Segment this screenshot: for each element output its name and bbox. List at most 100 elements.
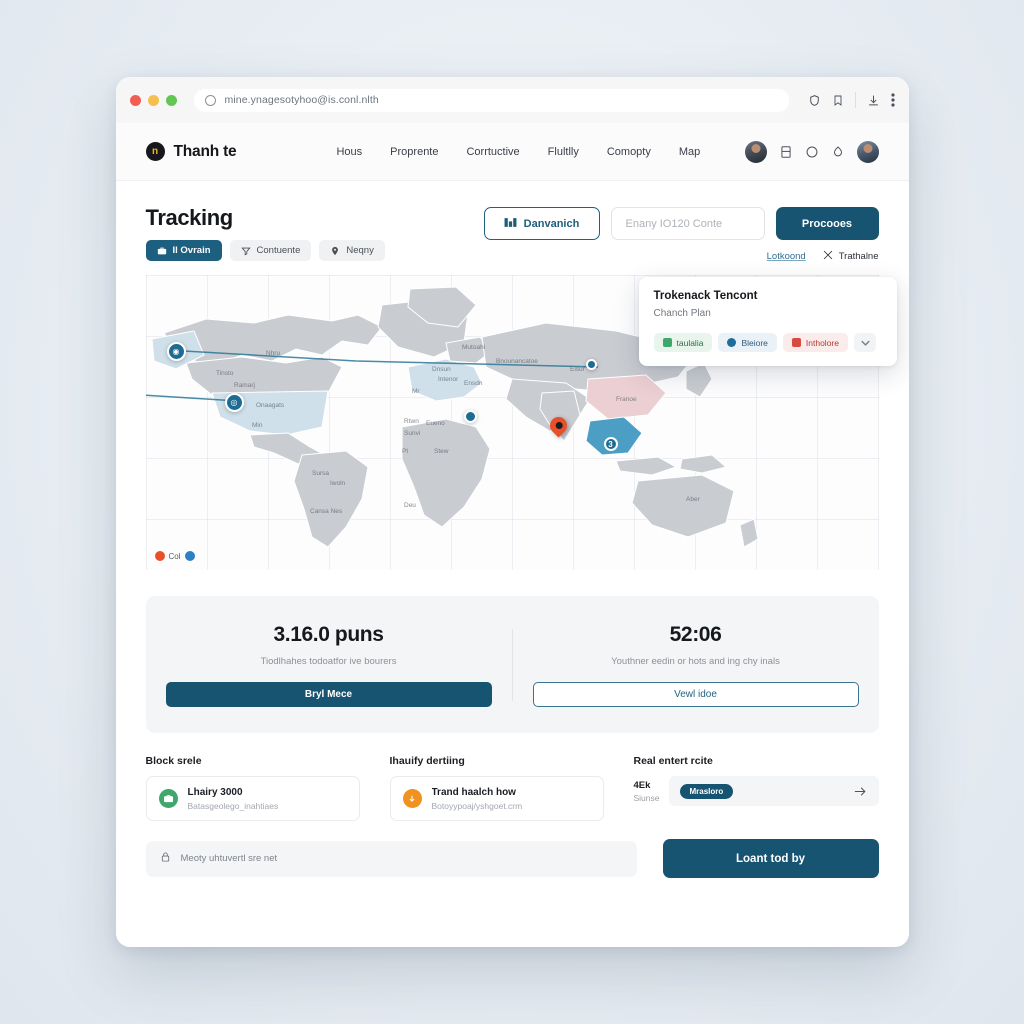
bottom-heading-1: Ihauify dertiing [389, 755, 465, 767]
filter-pill-contents[interactable]: Contuente [229, 240, 312, 261]
bottom-column-2: Real entert rcite 4Ek Siunse Mrasloro [634, 755, 879, 821]
legend-swatch-primary [154, 551, 165, 561]
filter-pill-overview[interactable]: Il Ovrain [145, 240, 222, 261]
wallet-icon [158, 789, 178, 808]
bottom-card-1-title: Trand haalch how [431, 786, 516, 798]
popup-chip-1[interactable]: Bleiore [718, 333, 777, 352]
chevron-down-icon[interactable] [854, 333, 876, 352]
sprout-icon [662, 338, 672, 347]
rate-bar[interactable]: Mrasloro [668, 776, 879, 806]
title-row: Tracking Danvanich Enany IO120 Conte Pro… [146, 205, 879, 240]
svg-text:Nhru: Nhru [266, 350, 280, 357]
cluster-badge[interactable]: 3 [603, 437, 618, 451]
nav-item-0[interactable]: Hous [336, 146, 362, 158]
filter-pill-nearby[interactable]: Neqny [319, 240, 385, 261]
minimize-window-button[interactable] [147, 94, 159, 106]
brand-logo-icon: n [145, 142, 165, 161]
map-legend-label: Col [168, 551, 181, 561]
marker-europe[interactable] [585, 359, 597, 370]
bottom-card-1[interactable]: Trand haalch how Botoyypoaj/yshgoet.crm [389, 776, 604, 821]
map-legend: Col [154, 551, 195, 561]
shield-icon[interactable] [808, 94, 821, 107]
stat-button-1[interactable]: Vewl idoe [532, 681, 859, 707]
nav-item-4[interactable]: Comopty [607, 146, 651, 158]
bottom-card-1-sub: Botoyypoaj/yshgoet.crm [431, 800, 523, 811]
address-bar[interactable]: mine.ynagesotyhoo@is.conl.nlth [192, 87, 790, 113]
nav-item-5[interactable]: Map [679, 146, 700, 158]
nav-item-2[interactable]: Corrtuctive [466, 146, 519, 158]
globe-icon [727, 338, 737, 347]
svg-text:Sursa: Sursa [312, 470, 329, 477]
download-report-button[interactable]: Danvanich [483, 207, 600, 240]
bookmark-icon[interactable] [832, 94, 844, 107]
search-input[interactable]: Enany IO120 Conte [610, 207, 765, 240]
marker-southasia[interactable] [463, 410, 477, 423]
maximize-window-button[interactable] [165, 94, 177, 106]
svg-text:Pt: Pt [402, 448, 408, 455]
popup-chip-2[interactable]: Intholore [782, 333, 848, 352]
search-placeholder: Enany IO120 Conte [625, 217, 723, 230]
bottom-heading-0: Block srele [145, 755, 202, 767]
filter-pill-contents-label: Contuente [256, 245, 301, 256]
process-button[interactable]: Procooes [775, 207, 879, 240]
svg-text:Min: Min [252, 422, 263, 429]
tools-link-label: Trathalne [838, 251, 879, 262]
popup-chip-0[interactable]: taulalia [653, 333, 713, 352]
bottom-card-0-sub: Batasgeolego_inahtiaes [187, 800, 279, 811]
svg-text:Franoe: Franoe [616, 396, 637, 403]
avatar-primary[interactable] [856, 140, 879, 163]
bottom-card-0[interactable]: Lhairy 3000 Batasgeolego_inahtiaes [145, 776, 360, 821]
popup-chip-1-label: Bleiore [741, 337, 768, 348]
svg-text:Sunvi: Sunvi [404, 430, 420, 437]
svg-text:Eisur: Eisur [570, 366, 586, 373]
rate-label: Siunse [633, 792, 660, 803]
rate-row: 4Ek Siunse Mrasloro [634, 776, 879, 806]
rate-value: 4Ek [633, 779, 651, 791]
site-info-icon [204, 94, 216, 106]
marker-usa[interactable]: ◎ [224, 393, 244, 412]
popup-chips: taulalia Bleiore Intholore [653, 333, 882, 352]
map-section: Nhru Tinsto Ramarj Onaagats Min Sursa Iw… [145, 275, 897, 570]
svg-text:Tinsto: Tinsto [216, 370, 234, 377]
chrome-toolbar [808, 92, 895, 108]
nav-item-1[interactable]: Proprente [390, 146, 438, 158]
avatar-secondary[interactable] [744, 140, 767, 163]
filter-pill-overview-label: Il Ovrain [172, 245, 211, 256]
svg-text:Bnounancatoe: Bnounancatoe [496, 358, 538, 365]
popup-chip-0-label: taulalia [676, 337, 704, 348]
arrow-right-icon[interactable] [853, 785, 868, 798]
kebab-menu-icon[interactable] [890, 93, 895, 107]
alert-icon [791, 338, 801, 347]
svg-text:Intenor: Intenor [438, 376, 459, 383]
tools-link[interactable]: Trathalne [822, 249, 879, 264]
browser-chrome: mine.ynagesotyhoo@is.conl.nlth [115, 77, 909, 123]
brand-name: Thanh te [173, 142, 237, 160]
page-content: Tracking Danvanich Enany IO120 Conte Pro… [115, 181, 909, 947]
rate-heading: Real entert rcite [633, 755, 713, 767]
svg-text:Deu: Deu [404, 502, 416, 509]
cta-button[interactable]: Loant tod by [662, 839, 879, 878]
download-icon[interactable] [867, 94, 880, 107]
stat-button-0[interactable]: Bryl Mece [165, 681, 492, 707]
svg-text:Iwoln: Iwoln [330, 480, 346, 487]
stat-value-0: 3.16.0 puns [273, 622, 384, 646]
chart-icon [504, 217, 517, 231]
circle-icon[interactable] [805, 145, 819, 159]
svg-text:Mr: Mr [412, 388, 420, 395]
footer-row: Meoty uhtuvertl sre net Loant tod by [145, 839, 879, 878]
nav-item-3[interactable]: Flultlly [548, 146, 579, 158]
brand[interactable]: n Thanh te [145, 142, 237, 161]
download-circle-icon [402, 789, 422, 808]
close-window-button[interactable] [129, 94, 141, 106]
marker-alaska[interactable]: ◉ [166, 342, 186, 361]
book-icon[interactable] [779, 145, 793, 159]
svg-text:Onaagats: Onaagats [256, 402, 285, 409]
bell-icon[interactable] [831, 145, 845, 159]
stat-card-1: 52:06 Youthner eedin or hots and ing chy… [513, 623, 879, 707]
stat-value-1: 52:06 [669, 622, 722, 646]
rate-tag[interactable]: Mrasloro [679, 783, 734, 799]
security-note-text: Meoty uhtuvertl sre net [180, 853, 278, 864]
secondary-link[interactable]: Lotkoond [767, 251, 806, 262]
download-report-label: Danvanich [523, 217, 580, 230]
header-actions [744, 140, 879, 163]
